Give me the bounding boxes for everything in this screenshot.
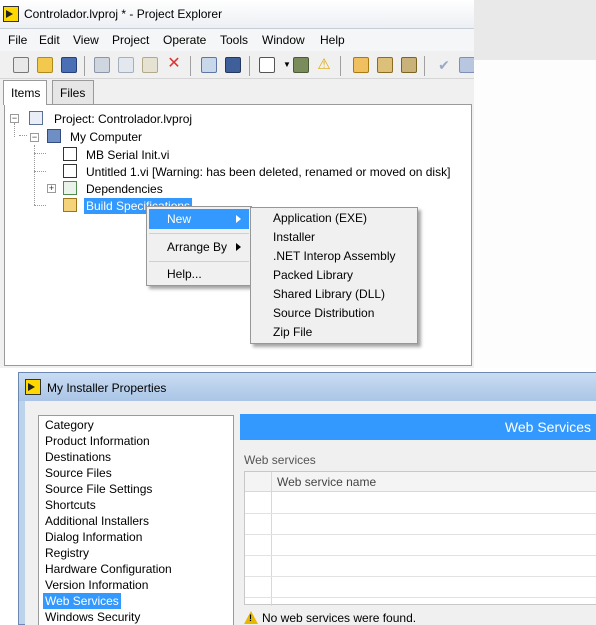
category-item[interactable]: Version Information — [43, 577, 150, 593]
tree-item-my-computer[interactable]: My Computer — [70, 129, 142, 145]
save-vi-icon[interactable] — [225, 57, 241, 73]
submenu-arrow-icon — [236, 243, 241, 251]
category-item[interactable]: Windows Security — [43, 609, 142, 625]
collapse-computer-icon[interactable]: − — [30, 133, 39, 142]
new-icon[interactable] — [13, 57, 29, 73]
tree-item-dependencies[interactable]: Dependencies — [86, 181, 163, 197]
build-icon[interactable] — [377, 57, 393, 73]
copy-icon[interactable] — [118, 57, 134, 73]
category-list: Category Product Information Destination… — [38, 415, 234, 625]
web-services-table: Web service name — [244, 471, 596, 606]
submenu-item-shared-library[interactable]: Shared Library (DLL) — [253, 285, 415, 304]
installer-window-title: My Installer Properties — [47, 381, 167, 395]
category-item[interactable]: Additional Installers — [43, 513, 151, 529]
tree-item-vi[interactable]: MB Serial Init.vi — [86, 147, 169, 163]
view-icon[interactable] — [259, 57, 275, 73]
undo-icon[interactable] — [459, 57, 474, 73]
category-item-selected[interactable]: Web Services — [43, 593, 121, 609]
category-item[interactable]: Product Information — [43, 433, 152, 449]
menu-item-new-label: New — [167, 212, 192, 226]
settings-icon[interactable] — [293, 57, 309, 73]
category-item[interactable]: Destinations — [43, 449, 113, 465]
category-header: Category — [45, 418, 94, 432]
expand-dependencies-icon[interactable]: + — [47, 184, 56, 193]
category-item[interactable]: Source Files — [43, 465, 114, 481]
tree-item-untitled-vi[interactable]: Untitled 1.vi [Warning: has been deleted… — [86, 164, 450, 180]
menu-item-arrange-by[interactable]: Arrange By — [149, 237, 249, 257]
menu-bar: File Edit View Project Operate Tools Win… — [0, 29, 474, 51]
menu-help[interactable]: Help — [320, 33, 345, 47]
menu-item-help[interactable]: Help... — [149, 264, 249, 284]
submenu-item-net-interop-assembly[interactable]: .NET Interop Assembly — [253, 247, 415, 266]
tab-items[interactable]: Items — [3, 80, 47, 105]
vi-icon — [63, 147, 77, 161]
category-item[interactable]: Dialog Information — [43, 529, 144, 545]
category-item[interactable]: Source File Settings — [43, 481, 154, 497]
labview-icon — [3, 6, 19, 22]
dependencies-icon[interactable] — [353, 57, 369, 73]
computer-icon — [47, 129, 61, 143]
delete-icon[interactable]: ✕ — [166, 56, 182, 73]
context-menu: New Arrange By Help... — [146, 206, 252, 286]
vi-properties-icon[interactable] — [201, 57, 217, 73]
menu-tools[interactable]: Tools — [220, 33, 248, 47]
build-specifications-icon — [63, 198, 77, 212]
project-icon — [29, 111, 43, 125]
tab-strip: Items Files — [0, 80, 474, 105]
submenu-arrow-icon — [236, 215, 241, 223]
submenu-item-installer[interactable]: Installer — [253, 228, 415, 247]
window-title: Controlador.lvproj * - Project Explorer — [24, 7, 223, 21]
warning-text: No web services were found. — [262, 611, 417, 625]
category-item[interactable]: Registry — [43, 545, 91, 561]
tab-files[interactable]: Files — [52, 80, 94, 104]
category-item[interactable]: Shortcuts — [43, 497, 98, 513]
find-icon[interactable]: ✔ — [436, 57, 452, 73]
submenu-item-source-distribution[interactable]: Source Distribution — [253, 304, 415, 323]
save-all-icon[interactable] — [61, 57, 77, 73]
menu-project[interactable]: Project — [112, 33, 149, 47]
menu-view[interactable]: View — [73, 33, 99, 47]
category-item[interactable]: Hardware Configuration — [43, 561, 174, 577]
menu-item-new[interactable]: New — [149, 209, 249, 229]
submenu-item-packed-library[interactable]: Packed Library — [253, 266, 415, 285]
paste-icon[interactable] — [142, 57, 158, 73]
tree-item-project[interactable]: Project: Controlador.lvproj — [54, 111, 192, 127]
panel-header: Web Services — [240, 414, 596, 440]
new-submenu: Application (EXE) Installer .NET Interop… — [250, 207, 418, 344]
table-header: Web service name — [245, 472, 596, 492]
submenu-item-application-exe[interactable]: Application (EXE) — [253, 209, 415, 228]
installer-title-bar: My Installer Properties — [19, 373, 596, 401]
vi-warning-icon — [63, 164, 77, 178]
column-header-web-service-name[interactable]: Web service name — [277, 475, 376, 489]
title-bar: Controlador.lvproj * - Project Explorer — [0, 0, 474, 29]
cut-icon[interactable] — [94, 57, 110, 73]
menu-item-help-label: Help... — [167, 267, 202, 281]
menu-file[interactable]: File — [8, 33, 27, 47]
toolbar: ✕ ▼ ⚠ ✔ — [0, 52, 474, 79]
web-services-label: Web services — [244, 453, 316, 467]
warning-icon[interactable]: ⚠ — [316, 57, 332, 73]
background-window-strip — [474, 0, 596, 60]
dependencies-icon — [63, 181, 77, 195]
submenu-item-zip-file[interactable]: Zip File — [253, 323, 415, 342]
open-folder-icon[interactable] — [37, 57, 53, 73]
background-window-area — [474, 60, 596, 368]
installer-body: Category Product Information Destination… — [25, 401, 596, 625]
menu-window[interactable]: Window — [262, 33, 305, 47]
menu-operate[interactable]: Operate — [163, 33, 206, 47]
installer-properties-window: My Installer Properties Category Product… — [18, 372, 596, 625]
menu-item-arrange-by-label: Arrange By — [167, 240, 228, 254]
collapse-project-icon[interactable]: − — [10, 114, 19, 123]
labview-icon — [25, 379, 41, 395]
menu-edit[interactable]: Edit — [39, 33, 60, 47]
deploy-icon[interactable] — [401, 57, 417, 73]
